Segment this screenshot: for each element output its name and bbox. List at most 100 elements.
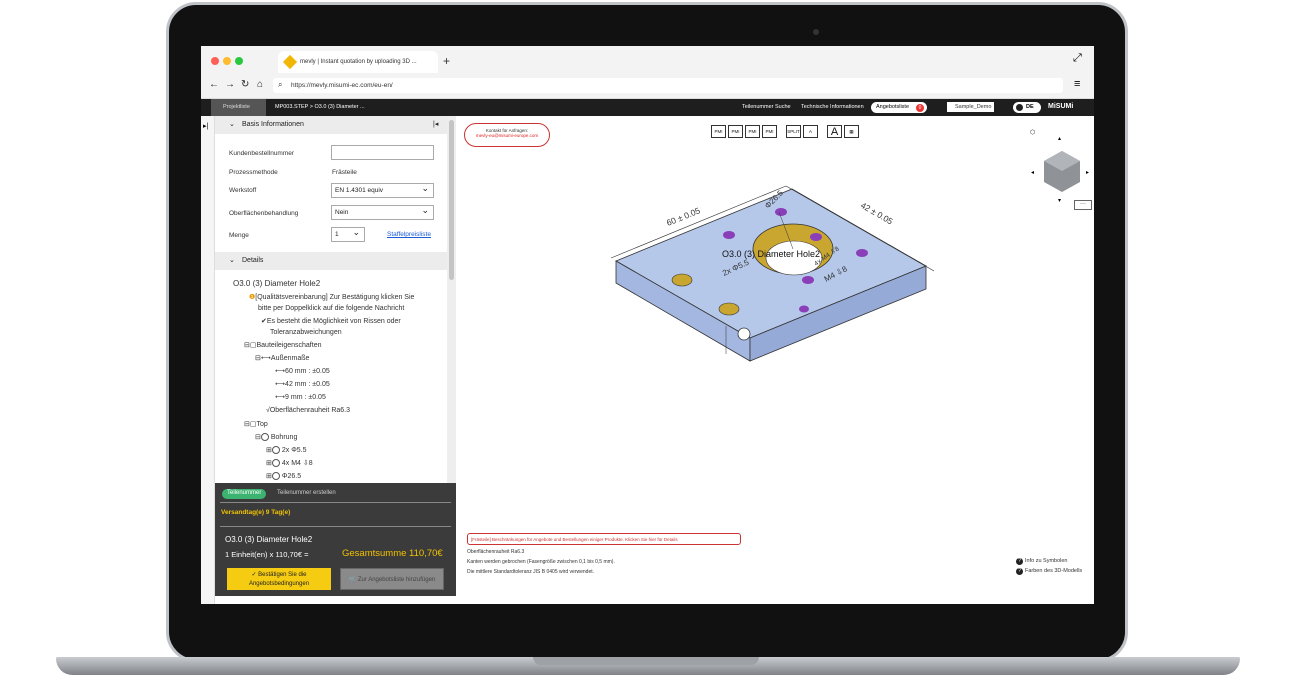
hole-m4[interactable]: [775, 208, 787, 216]
tree-top[interactable]: ⊟▢Top: [244, 420, 268, 428]
tree-crack-2: Toleranzabweichungen: [270, 329, 342, 336]
quantity-label: Menge: [229, 232, 249, 239]
language-label: DE: [1026, 104, 1034, 110]
collapse-icon: ⊟: [255, 434, 261, 441]
maximize-dot[interactable]: [235, 57, 243, 65]
tree-dim-x-text: 60 mm : ±0.05: [285, 368, 330, 375]
order-summary: Teilenummer Teilenummer erstellen Versan…: [215, 483, 456, 596]
basis-section-header[interactable]: ⌄ Basis Informationen |◂: [215, 116, 456, 134]
browser-tab[interactable]: mevly | Instant quotation by uploading 3…: [278, 51, 438, 73]
expand-icon: ⊞: [266, 460, 272, 467]
origin-icon: [737, 327, 751, 341]
tree-properties[interactable]: ⊟▢Bauteileigenschaften: [244, 341, 321, 349]
sample-field[interactable]: Sample_Demo: [947, 102, 994, 112]
order-qty-price: 1 Einheit(en) x 110,70€ =: [225, 550, 309, 559]
panel-scrollbar[interactable]: [447, 116, 456, 486]
dim-z-icon: ⟷: [275, 394, 286, 401]
reload-icon[interactable]: ↻: [241, 79, 249, 90]
cube-icon: ⊟▢: [244, 342, 257, 349]
add-to-quote-label: Zur Angebotsliste hinzufügen: [357, 577, 436, 583]
tree-holes-55[interactable]: ⊞ 2x Φ5.5: [266, 446, 307, 455]
dim-width-label: 42 ± 0.05: [859, 200, 895, 226]
hole-55[interactable]: [671, 273, 693, 287]
dim-length-label: 60 ± 0.05: [665, 205, 702, 228]
back-icon[interactable]: ←: [209, 79, 219, 90]
scroll-thumb[interactable]: [449, 120, 454, 280]
warning-link[interactable]: [Frästeile] Beschränkungen für Angebote …: [467, 533, 741, 545]
tree-dim-x[interactable]: ⟷60 mm : ±0.05: [275, 367, 330, 375]
hole-m4[interactable]: [802, 276, 814, 284]
browser-chrome: mevly | Instant quotation by uploading 3…: [201, 46, 1094, 99]
model-viewer[interactable]: Kontakt für Anfragen: mevly-eu@misumi-eur…: [456, 116, 1094, 604]
tree-quality[interactable]: ❶[Qualitätsvereinbarung] Zur Bestätigung…: [249, 293, 414, 301]
project-list-link[interactable]: Projektliste: [211, 99, 266, 116]
quote-list-button[interactable]: Angebotsliste 0: [871, 102, 927, 113]
material-select[interactable]: EN 1.4301 equiv: [331, 183, 434, 198]
collapse-panel-icon[interactable]: |◂: [433, 120, 438, 128]
divider: [220, 526, 451, 527]
tree-roughness-text: Oberflächenrauheit Ra6.3: [269, 407, 351, 414]
tree-m4[interactable]: ⊞ 4x M4 ⇩8: [266, 459, 313, 468]
tree-bore[interactable]: ⊟ Bohrung: [255, 433, 297, 442]
tech-info-link[interactable]: Technische Informationen: [801, 104, 864, 110]
chevron-down-icon: ⌄: [229, 257, 235, 264]
confirm-button[interactable]: ✓ Bestätigen Sie die Angebotsbedingungen: [227, 568, 331, 590]
confirm-label: Bestätigen Sie die Angebotsbedingungen: [248, 572, 310, 587]
home-icon[interactable]: ⌂: [257, 79, 263, 90]
model-colors-link[interactable]: ? Farben des 3D-Modells: [1016, 568, 1082, 575]
tab-create-part-number[interactable]: Teilenummer erstellen: [277, 490, 336, 496]
tree-crack[interactable]: ✔Es besteht die Möglichkeit von Rissen o…: [261, 317, 401, 325]
hole-m4[interactable]: [799, 305, 809, 313]
search-icon: ⌕: [278, 80, 283, 89]
dim-y-icon: ⟷: [275, 381, 286, 388]
tree-holes-55-text: 2x Φ5.5: [281, 447, 307, 454]
expand-icon[interactable]: ⤢: [1073, 52, 1082, 65]
new-tab-icon[interactable]: +: [443, 54, 450, 68]
tree-dim-y[interactable]: ⟷42 mm : ±0.05: [275, 380, 330, 388]
tree-dim-z[interactable]: ⟷9 mm : ±0.05: [275, 393, 326, 401]
menu-icon[interactable]: ≡: [1074, 78, 1080, 90]
breadcrumb: MP003.STEP > O3.0 (3) Diameter ...: [275, 104, 365, 110]
expand-icon: ⊞: [266, 447, 272, 454]
quote-list-label: Angebotsliste: [876, 104, 910, 110]
part-search-link[interactable]: Teilenummer Suche: [742, 104, 791, 110]
note-roughness: Oberflächenrauheit Ra6.3: [467, 549, 525, 555]
hole-m4[interactable]: [723, 231, 735, 239]
tree-quality-text: [Qualitätsvereinbarung] Zur Bestätigung …: [255, 294, 415, 301]
url-text: https://mevly.misumi-ec.com/eu-en/: [291, 82, 393, 89]
tree-outer[interactable]: ⊟⟷Außenmaße: [255, 354, 309, 362]
tree-root[interactable]: O3.0 (3) Diameter Hole2: [233, 279, 320, 288]
staffel-link[interactable]: Staffelpreisliste: [387, 231, 431, 238]
part-model[interactable]: 60 ± 0.05 42 ± 0.05 Φ26.5 2x Φ5.5 4x M4 …: [456, 116, 1094, 531]
language-button[interactable]: DE: [1013, 102, 1041, 113]
material-label: Werkstoff: [229, 187, 257, 194]
hole-55[interactable]: [718, 302, 740, 316]
symbol-info-link[interactable]: ? Info zu Symbolen: [1016, 558, 1068, 565]
cube-icon: ⊟▢: [244, 421, 257, 428]
hole-m4[interactable]: [810, 233, 822, 241]
add-to-quote-button[interactable]: 🛒 Zur Angebotsliste hinzufügen: [340, 568, 444, 590]
tree-roughness[interactable]: √Oberflächenrauheit Ra6.3: [266, 407, 350, 414]
close-dot[interactable]: [211, 57, 219, 65]
expand-icon: ⊞: [266, 473, 272, 480]
mevly-logo-icon: [282, 54, 298, 70]
order-number-input[interactable]: [331, 145, 434, 160]
tab-part-number[interactable]: Teilenummer: [222, 489, 267, 499]
minimize-dot[interactable]: [223, 57, 231, 65]
quantity-select[interactable]: 1: [331, 227, 365, 242]
tree-top-text: Top: [256, 421, 268, 428]
surface-select[interactable]: Nein: [331, 205, 434, 220]
process-value: Frästeile: [332, 169, 357, 176]
help-icon: ?: [1016, 558, 1023, 565]
order-number-label: Kundenbestellnummer: [229, 150, 295, 157]
tree-hole-265[interactable]: ⊞ Φ26.5: [266, 472, 301, 481]
details-section-header[interactable]: ⌄ Details: [215, 252, 456, 270]
help-icon: ?: [1016, 568, 1023, 575]
collapse-rail-icon[interactable]: ▸|: [203, 122, 208, 130]
forward-icon[interactable]: →: [225, 79, 235, 90]
chevron-down-icon: ⌄: [229, 121, 235, 128]
note-edges: Kanten werden gebrochen (Fasengröße zwis…: [467, 559, 615, 565]
hole-m4[interactable]: [856, 249, 868, 257]
brand-logo: MiSUMi: [1048, 103, 1074, 110]
address-bar[interactable]: ⌕ https://mevly.misumi-ec.com/eu-en/: [273, 78, 1063, 93]
